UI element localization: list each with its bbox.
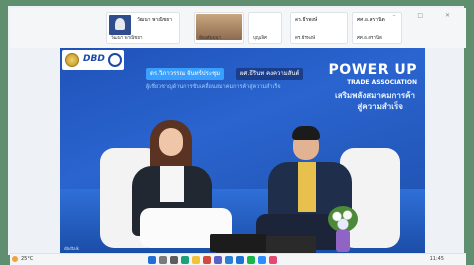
task-view-icon[interactable]	[170, 256, 178, 264]
zoom-icon[interactable]	[258, 256, 266, 264]
photos-icon[interactable]	[269, 256, 277, 264]
participant-strip: วัฒนา พาณิชยา วัฒนา พาณิชยา ห้องสัมมนา บ…	[10, 8, 466, 48]
store-icon[interactable]	[225, 256, 233, 264]
weather-text[interactable]: 25°C	[21, 256, 33, 262]
participant-tile[interactable]: วัฒนา พาณิชยา วัฒนา พาณิชยา	[106, 12, 180, 44]
government-seal-icon	[65, 53, 79, 67]
search-icon[interactable]	[159, 256, 167, 264]
weather-icon[interactable]	[12, 256, 18, 262]
participant-tile[interactable]: ห้องสัมมนา	[194, 12, 244, 44]
sponsor-logos: DBD	[62, 50, 124, 70]
line-icon[interactable]	[247, 256, 255, 264]
session-subtitle: ผู้เชี่ยวชาญด้านการขับเคลื่อนสมาคมการค้า…	[146, 84, 281, 90]
participant-tile[interactable]: ดร.ธีรพงษ์ ดร.ธีรพงษ์	[290, 12, 348, 44]
association-logo-icon	[108, 53, 122, 67]
mail-icon[interactable]	[236, 256, 244, 264]
laptop	[210, 234, 266, 252]
participant-name: ศศ.อ.สรานิต	[357, 17, 385, 23]
participant-caption: ดร.ธีรพงษ์	[295, 36, 316, 41]
flower-arrangement	[328, 206, 358, 232]
system-clock[interactable]: 11:45	[430, 256, 444, 262]
participant-thumbnail	[109, 15, 131, 35]
speaker-left-name-badge: ดร.วิภาวรรณ จันทร์ประชุม	[146, 68, 225, 80]
speaker-right-name-badge: ผศ.ธีรินท คงความสันต์	[236, 68, 304, 80]
start-icon[interactable]	[148, 256, 156, 264]
taskbar-icons	[148, 256, 277, 264]
participant-caption: บุญเลิศ	[253, 36, 267, 41]
event-title-sub: TRADE ASSOCIATION	[347, 79, 417, 86]
flower-vase	[336, 230, 350, 252]
event-title: POWER UP	[328, 62, 417, 78]
event-title-thai-2: สู่ความสำเร็จ	[357, 102, 403, 111]
window-controls[interactable]: – □ ✕	[392, 12, 460, 19]
host-label: dbdtalk	[64, 246, 80, 251]
participant-name: วัฒนา พาณิชยา	[137, 17, 173, 23]
dbd-logo: DBD	[83, 54, 105, 64]
edge-icon[interactable]	[181, 256, 189, 264]
screen: วัฒนา พาณิชยา วัฒนา พาณิชยา ห้องสัมมนา บ…	[0, 0, 474, 265]
chrome-icon[interactable]	[203, 256, 211, 264]
participant-caption: ห้องสัมมนา	[199, 36, 222, 41]
participant-caption: วัฒนา พาณิชยา	[111, 36, 143, 41]
main-video[interactable]: DBD ดร.วิภาวรรณ จันทร์ประชุม ผศ.ธีรินท ค…	[60, 48, 425, 253]
participant-tile[interactable]: บุญเลิศ	[248, 12, 282, 44]
taskbar: 25°C 11:45	[10, 253, 466, 265]
participant-name: ดร.ธีรพงษ์	[295, 17, 318, 23]
teams-icon[interactable]	[214, 256, 222, 264]
file-explorer-icon[interactable]	[192, 256, 200, 264]
participant-caption: ศศ.อ.สรานิต	[357, 36, 382, 41]
